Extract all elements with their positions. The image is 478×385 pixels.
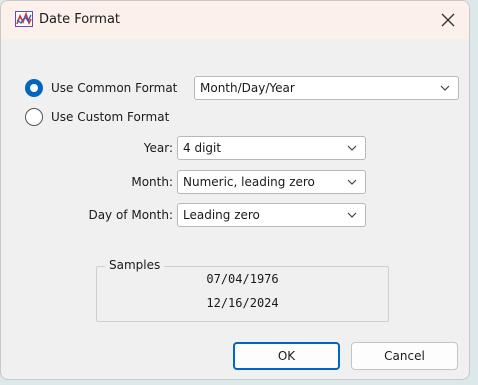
month-value: Numeric, leading zero	[183, 175, 315, 189]
year-label: Year:	[143, 141, 173, 155]
samples-title: Samples	[105, 258, 165, 272]
radio-checked-icon	[25, 79, 43, 97]
sample-value-1: 07/04/1976	[206, 272, 279, 286]
use-common-format-radio[interactable]: Use Common Format	[25, 78, 177, 98]
radio-unchecked-icon	[25, 108, 43, 126]
cancel-button[interactable]: Cancel	[351, 342, 458, 370]
close-icon	[441, 13, 455, 27]
month-label: Month:	[131, 175, 173, 189]
chevron-down-icon	[347, 179, 357, 185]
title-bar: Date Format	[1, 1, 469, 39]
date-format-dialog: Date Format Use Common Format Month/Day/…	[0, 0, 470, 380]
month-select[interactable]: Numeric, leading zero	[177, 170, 366, 194]
chevron-down-icon	[347, 212, 357, 218]
chevron-down-icon	[440, 85, 450, 91]
use-custom-format-label: Use Custom Format	[51, 110, 170, 124]
common-format-value: Month/Day/Year	[200, 81, 295, 95]
year-select[interactable]: 4 digit	[177, 136, 366, 160]
day-of-month-value: Leading zero	[183, 208, 260, 222]
sample-value-2: 12/16/2024	[206, 296, 279, 310]
close-button[interactable]	[437, 9, 459, 31]
use-common-format-label: Use Common Format	[51, 81, 178, 95]
day-of-month-label: Day of Month:	[88, 208, 173, 222]
day-of-month-select[interactable]: Leading zero	[177, 203, 366, 227]
ok-button-label: OK	[277, 349, 296, 363]
ok-button[interactable]: OK	[233, 342, 340, 370]
common-format-select[interactable]: Month/Day/Year	[194, 76, 459, 100]
use-custom-format-radio[interactable]: Use Custom Format	[25, 107, 169, 127]
window-title: Date Format	[39, 12, 121, 27]
chevron-down-icon	[347, 145, 357, 151]
year-value: 4 digit	[183, 141, 222, 155]
cancel-button-label: Cancel	[384, 349, 425, 363]
samples-group: 07/04/1976 12/16/2024	[96, 266, 389, 322]
origin-graph-icon	[15, 11, 33, 27]
